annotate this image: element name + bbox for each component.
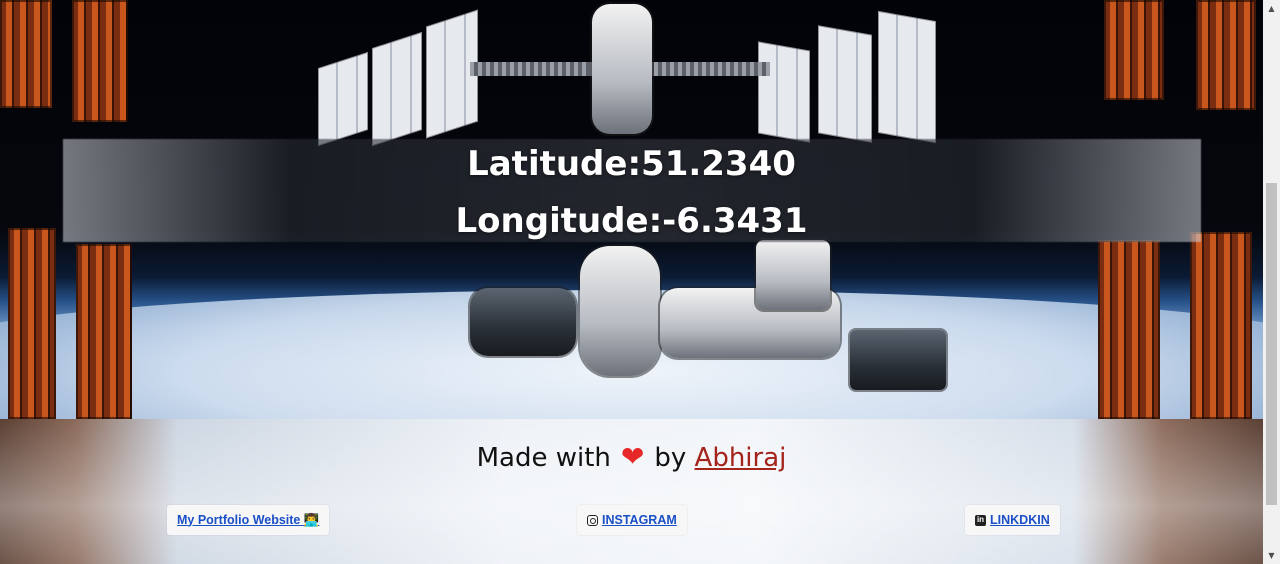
instagram-link[interactable]: INSTAGRAM	[602, 513, 677, 527]
station-module-far-right	[850, 330, 946, 390]
portfolio-link-button[interactable]: My Portfolio Website 👨‍💻	[167, 505, 330, 535]
portfolio-link[interactable]: My Portfolio Website 👨‍💻	[177, 513, 319, 528]
scroll-up-icon[interactable]: ▲	[1263, 0, 1280, 17]
author-link[interactable]: Abhiraj	[695, 443, 787, 473]
solar-array-right-top	[1104, 0, 1164, 100]
iss-hero-image: Latitude:51.2340 Longitude:-6.3431	[0, 0, 1263, 419]
footer: Made with ❤ by Abhiraj My Portfolio Websit…	[0, 419, 1263, 564]
heart-icon: ❤	[620, 440, 645, 473]
latitude-text: Latitude:51.2340	[467, 144, 796, 184]
instagram-icon	[587, 514, 598, 526]
solar-array-right-bottom	[1098, 240, 1160, 419]
made-with-credit: Made with ❤ by Abhiraj	[0, 439, 1263, 476]
solar-array-left-bottom	[8, 228, 56, 419]
instagram-link-button[interactable]: INSTAGRAM	[577, 505, 687, 535]
solar-array-right-bottom-2	[1190, 232, 1252, 419]
solar-array-right-top-2	[1196, 0, 1256, 110]
station-module-cylinder	[756, 240, 830, 310]
longitude-text: Longitude:-6.3431	[455, 201, 808, 241]
linkedin-link[interactable]: LINKDKIN	[990, 513, 1050, 527]
portfolio-link-label: My Portfolio Website	[177, 512, 301, 527]
page-scrollbar[interactable]: ▲ ▼	[1263, 0, 1280, 564]
linkedin-icon: in	[975, 514, 986, 526]
solar-array-left-top	[0, 0, 52, 108]
linkedin-link-button[interactable]: in LINKDKIN	[965, 505, 1060, 535]
radiator-panel-1	[318, 51, 368, 147]
solar-array-left-bottom-2	[76, 244, 132, 419]
made-with-text: Made with	[476, 443, 611, 473]
station-module-left	[470, 288, 576, 356]
scroll-down-icon[interactable]: ▼	[1263, 547, 1280, 564]
radiator-panel-6	[878, 10, 936, 144]
radiator-panel-5	[818, 25, 872, 143]
by-text: by	[654, 443, 687, 473]
station-module-top	[592, 4, 652, 134]
radiator-panel-4	[758, 41, 810, 143]
coder-emoji-icon: 👨‍💻	[303, 512, 320, 527]
radiator-panel-2	[372, 31, 422, 147]
iss-coordinates: Latitude:51.2340 Longitude:-6.3431	[0, 144, 1263, 241]
scrollbar-thumb[interactable]	[1266, 183, 1277, 505]
solar-array-left-top-2	[72, 0, 128, 122]
station-module-center	[580, 246, 660, 376]
